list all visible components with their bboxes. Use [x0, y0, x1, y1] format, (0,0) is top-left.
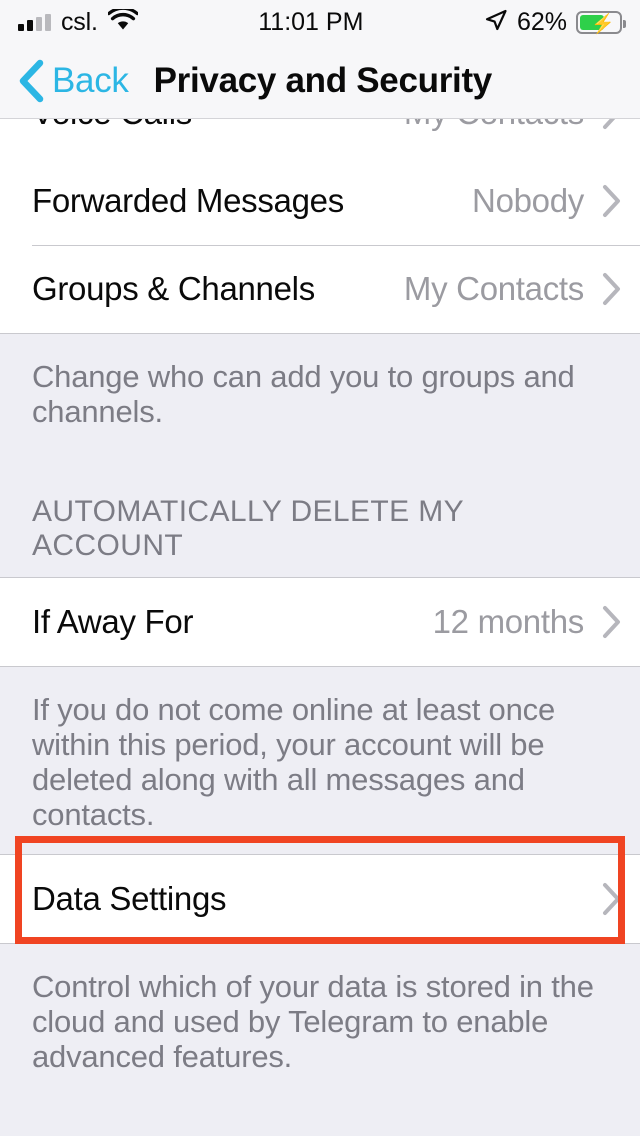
back-button[interactable]: Back	[16, 58, 129, 104]
settings-row-value: My Contacts	[404, 119, 584, 132]
page-title: Privacy and Security	[153, 61, 493, 100]
status-bar: csl. 11:01 PM 62% ⚡	[0, 0, 640, 44]
chevron-right-icon	[602, 882, 622, 916]
settings-row-forwarded-messages[interactable]: Forwarded Messages Nobody	[0, 157, 640, 245]
footer-groups-channels: Change who can add you to groups and cha…	[0, 334, 640, 452]
settings-row-if-away-for[interactable]: If Away For 12 months	[0, 578, 640, 667]
settings-row-label: Data Settings	[32, 880, 227, 918]
status-bar-right: 62% ⚡	[484, 7, 626, 37]
carrier-label: csl.	[61, 7, 98, 36]
charging-bolt-icon: ⚡	[591, 13, 615, 35]
phone-screen: csl. 11:01 PM 62% ⚡ Back Privacy and Sec…	[0, 0, 640, 1136]
section-header-auto-delete: AUTOMATICALLY DELETE MY ACCOUNT	[0, 451, 640, 578]
settings-row-value: 12 months	[432, 603, 585, 641]
settings-row-groups-channels[interactable]: Groups & Channels My Contacts	[0, 245, 640, 333]
settings-row-value: My Contacts	[403, 270, 584, 307]
chevron-left-icon	[16, 58, 46, 104]
settings-row-data-settings[interactable]: Data Settings	[0, 855, 640, 944]
settings-row-label: Forwarded Messages	[32, 182, 344, 219]
footer-auto-delete: If you do not come online at least once …	[0, 667, 640, 855]
settings-scroll-view[interactable]: Voice Calls My Contacts Forwarded Messag…	[0, 119, 640, 1136]
chevron-right-icon	[602, 184, 622, 218]
battery-icon: ⚡	[576, 10, 626, 35]
footer-data-settings: Control which of your data is stored in …	[0, 944, 640, 1097]
privacy-rows-group: Forwarded Messages Nobody Groups & Chann…	[0, 157, 640, 334]
data-settings-group: Data Settings	[0, 854, 640, 945]
status-bar-left: csl.	[18, 6, 139, 37]
settings-row-label: Groups & Channels	[32, 270, 315, 307]
settings-row-label: If Away For	[32, 603, 194, 641]
navigation-bar: Back Privacy and Security	[0, 44, 640, 119]
clock: 11:01 PM	[258, 7, 364, 36]
chevron-right-icon	[602, 605, 622, 639]
settings-row-label: Voice Calls	[32, 119, 192, 132]
battery-percent-label: 62%	[516, 7, 567, 36]
settings-row-value: Nobody	[472, 182, 584, 219]
back-button-label: Back	[52, 61, 129, 100]
location-arrow-icon	[484, 8, 508, 37]
settings-row-voice-calls[interactable]: Voice Calls My Contacts	[0, 119, 640, 157]
chevron-right-icon	[602, 119, 622, 130]
signal-bars-icon	[18, 13, 51, 31]
bottom-spacer	[0, 1096, 640, 1136]
wifi-icon	[106, 6, 139, 36]
chevron-right-icon	[602, 272, 622, 306]
auto-delete-group: If Away For 12 months	[0, 577, 640, 668]
